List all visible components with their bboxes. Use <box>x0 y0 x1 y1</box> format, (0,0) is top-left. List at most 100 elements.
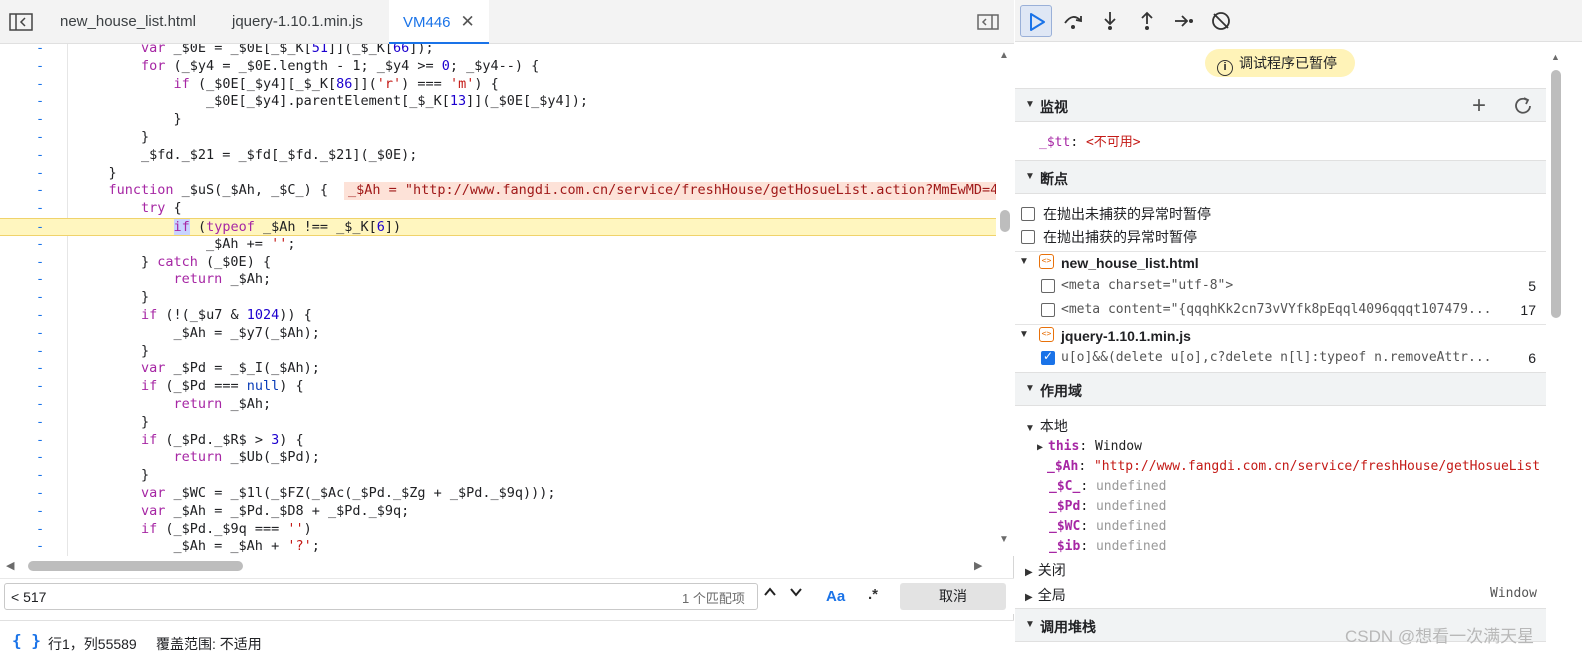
breakpoint-file-row[interactable]: ▼ <> jquery-1.10.1.min.js <box>1015 324 1546 346</box>
scroll-up-icon[interactable]: ▲ <box>999 50 1009 61</box>
code-line[interactable]: - _$Ah += ''; <box>0 236 996 254</box>
checkbox[interactable] <box>1021 207 1035 221</box>
code-line[interactable]: - } <box>0 467 996 485</box>
code-line[interactable]: - for (_$y4 = _$0E.length - 1; _$y4 >= 0… <box>0 58 996 76</box>
breakpoint-file-row[interactable]: ▼ <> new_house_list.html <box>1015 251 1546 273</box>
breakpoint-row[interactable]: u[o]&&(delete u[o],c?delete n[l]:typeof … <box>1015 347 1546 369</box>
line-dash[interactable]: - <box>36 360 44 378</box>
regex-button[interactable]: .* <box>868 586 878 603</box>
scope-section-header[interactable]: ▼ 作用域 <box>1015 372 1546 406</box>
code-line[interactable]: - return _$Ah; <box>0 271 996 289</box>
scope-variable[interactable]: _$WC: undefined <box>1049 519 1166 534</box>
scroll-thumb[interactable] <box>28 561 243 571</box>
step-out-button[interactable] <box>1131 5 1163 37</box>
code-line[interactable]: - } catch (_$0E) { <box>0 254 996 272</box>
code-line[interactable]: - } <box>0 343 996 361</box>
scope-this[interactable]: ▶ this: Window <box>1037 439 1142 454</box>
line-dash[interactable]: - <box>36 111 44 129</box>
scroll-up-icon[interactable]: ▲ <box>1551 52 1560 62</box>
code-line[interactable]: - if (typeof _$Ah !== _$_K[6]) <box>0 218 996 236</box>
pause-uncaught-checkbox[interactable]: 在抛出未捕获的异常时暂停 <box>1021 204 1211 224</box>
line-dash[interactable]: - <box>36 147 44 165</box>
deactivate-breakpoints-button[interactable] <box>1205 5 1237 37</box>
scroll-left-icon[interactable]: ◀ <box>6 559 14 572</box>
line-dash[interactable]: - <box>36 219 44 237</box>
tab-new-house-list[interactable]: new_house_list.html <box>46 0 210 44</box>
step-over-button[interactable] <box>1057 5 1089 37</box>
step-into-button[interactable] <box>1094 5 1126 37</box>
line-dash[interactable]: - <box>36 503 44 521</box>
search-input[interactable] <box>4 583 758 610</box>
add-watch-icon[interactable]: + <box>1472 92 1486 120</box>
line-dash[interactable]: - <box>36 485 44 503</box>
code-line[interactable]: - if (!(_$u7 & 1024)) { <box>0 307 996 325</box>
line-dash[interactable]: - <box>36 200 44 218</box>
code-line[interactable]: - _$Ah = _$Ah + '?'; <box>0 538 996 556</box>
pretty-print-icon[interactable]: { } <box>12 631 41 650</box>
line-dash[interactable]: - <box>36 307 44 325</box>
code-line[interactable]: - _$0E[_$y4].parentElement[_$_K[13]](_$0… <box>0 93 996 111</box>
line-dash[interactable]: - <box>36 165 44 183</box>
code-line[interactable]: - return _$Ah; <box>0 396 996 414</box>
code-line[interactable]: - if (_$0E[_$y4][_$_K[86]]('r') === 'm')… <box>0 76 996 94</box>
sidebar-scrollbar[interactable]: ▲ <box>1547 44 1565 658</box>
line-dash[interactable]: - <box>36 521 44 539</box>
previous-match-button[interactable] <box>758 584 782 608</box>
next-match-button[interactable] <box>784 584 808 608</box>
code-line[interactable]: - } <box>0 165 996 183</box>
checkbox[interactable] <box>1021 230 1035 244</box>
watch-section-header[interactable]: ▼ 监视 + <box>1015 88 1546 122</box>
scroll-right-icon[interactable]: ▶ <box>974 559 982 572</box>
scope-global[interactable]: ▶ 全局 <box>1025 585 1066 605</box>
watch-expression[interactable]: _$tt: <不可用> <box>1039 131 1141 150</box>
breakpoint-row[interactable]: <meta content="{qqqhKk2cn73vVYfk8pEqql40… <box>1015 299 1546 321</box>
code-line[interactable]: - var _$0E = _$0E[_$_K[51]](_$_K[66]); <box>0 44 996 58</box>
line-dash[interactable]: - <box>36 289 44 307</box>
close-icon[interactable]: ✕ <box>461 0 475 44</box>
line-dash[interactable]: - <box>36 254 44 272</box>
code-line[interactable]: - function _$uS(_$Ah, _$C_) {_$Ah = "htt… <box>0 182 996 201</box>
line-dash[interactable]: - <box>36 432 44 450</box>
code-line[interactable]: - var _$Ah = _$Pd._$D8 + _$Pd._$9q; <box>0 503 996 521</box>
line-dash[interactable]: - <box>36 129 44 147</box>
line-dash[interactable]: - <box>36 467 44 485</box>
code-line[interactable]: - if (_$Pd._$R$ > 3) { <box>0 432 996 450</box>
scroll-thumb[interactable] <box>1000 210 1010 232</box>
scroll-thumb[interactable] <box>1551 70 1561 318</box>
editor-horizontal-scrollbar[interactable]: ◀ ▶ <box>0 556 996 576</box>
code-line[interactable]: - return _$Ub(_$Pd); <box>0 449 996 467</box>
scope-variable[interactable]: _$Ah: "http://www.fangdi.com.cn/service/… <box>1047 459 1540 474</box>
step-button[interactable] <box>1168 5 1200 37</box>
line-dash[interactable]: - <box>36 396 44 414</box>
refresh-icon[interactable] <box>1512 95 1534 117</box>
breakpoint-checkbox[interactable] <box>1041 349 1055 365</box>
line-dash[interactable]: - <box>36 182 44 200</box>
code-line[interactable]: - if (_$Pd === null) { <box>0 378 996 396</box>
code-line[interactable]: - } <box>0 289 996 307</box>
code-line[interactable]: - } <box>0 129 996 147</box>
toggle-navigator-icon[interactable] <box>8 11 34 33</box>
line-dash[interactable]: - <box>36 44 44 58</box>
line-dash[interactable]: - <box>36 343 44 361</box>
tab-vm446[interactable]: VM446 ✕ <box>389 0 489 44</box>
code-line[interactable]: - } <box>0 111 996 129</box>
breakpoint-row[interactable]: <meta charset="utf-8"> 5 <box>1015 275 1546 297</box>
code-line[interactable]: - try { <box>0 200 996 218</box>
line-dash[interactable]: - <box>36 378 44 396</box>
cancel-button[interactable]: 取消 <box>900 583 1006 610</box>
tab-jquery[interactable]: jquery-1.10.1.min.js <box>218 0 377 44</box>
line-dash[interactable]: - <box>36 236 44 254</box>
breakpoint-checkbox[interactable] <box>1041 303 1055 317</box>
scroll-down-icon[interactable]: ▼ <box>999 534 1009 545</box>
line-dash[interactable]: - <box>36 449 44 467</box>
breakpoint-checkbox[interactable] <box>1041 279 1055 293</box>
scope-variable[interactable]: _$Pd: undefined <box>1049 499 1166 514</box>
line-dash[interactable]: - <box>36 538 44 556</box>
toggle-debugger-icon[interactable] <box>976 12 1000 32</box>
scope-variable[interactable]: _$ib: undefined <box>1049 539 1166 554</box>
scope-local[interactable]: ▼ 本地 <box>1025 416 1068 436</box>
line-dash[interactable]: - <box>36 76 44 94</box>
line-dash[interactable]: - <box>36 93 44 111</box>
code-editor[interactable]: - var _$0E = _$0E[_$_K[51]](_$_K[66]); - … <box>0 44 996 556</box>
editor-vertical-scrollbar[interactable]: ▲ ▼ <box>996 44 1014 556</box>
